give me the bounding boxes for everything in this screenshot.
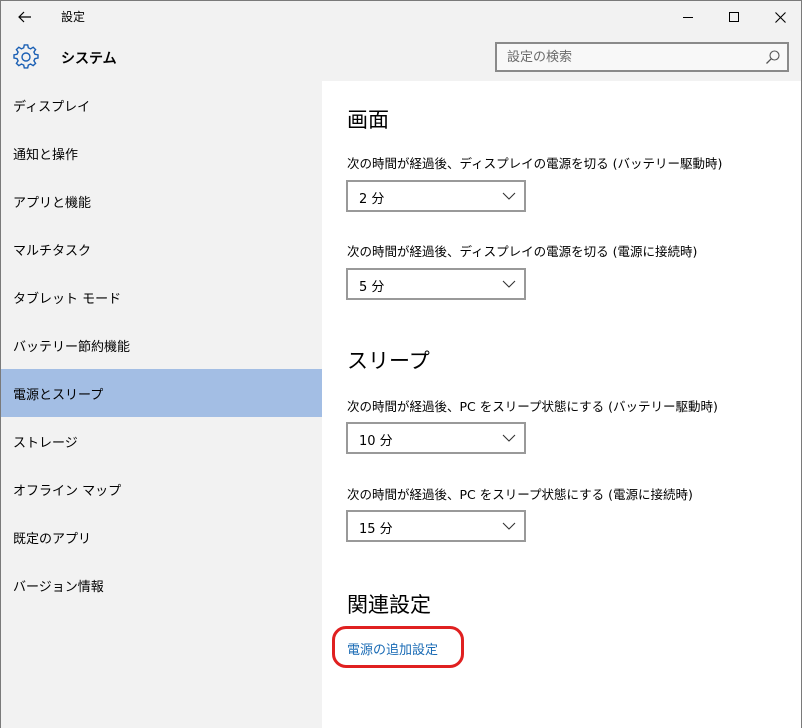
additional-power-settings-link[interactable]: 電源の追加設定 bbox=[347, 639, 438, 658]
title-bar: 設定 bbox=[1, 1, 801, 33]
section-heading-screen: 画面 bbox=[347, 108, 389, 132]
sidebar-item-battery-saver[interactable]: バッテリー節約機能 bbox=[1, 321, 322, 369]
chevron-down-icon bbox=[502, 434, 516, 442]
maximize-button[interactable] bbox=[711, 1, 757, 33]
back-arrow-icon bbox=[18, 11, 31, 23]
main-content: 画面 次の時間が経過後、ディスプレイの電源を切る (バッテリー駆動時) 2 分 … bbox=[322, 81, 801, 728]
sidebar-item-label: 既定のアプリ bbox=[13, 531, 92, 547]
sidebar-item-label: アプリと機能 bbox=[13, 195, 92, 211]
sidebar-item-about[interactable]: バージョン情報 bbox=[1, 561, 322, 609]
sidebar-item-default-apps[interactable]: 既定のアプリ bbox=[1, 513, 322, 561]
page-header: システム bbox=[1, 33, 801, 81]
sidebar-item-label: タブレット モード bbox=[13, 291, 122, 307]
sidebar-item-label: 通知と操作 bbox=[13, 147, 79, 163]
sidebar-item-tablet-mode[interactable]: タブレット モード bbox=[1, 273, 322, 321]
sidebar-item-label: ストレージ bbox=[13, 435, 78, 451]
dropdown-value: 5 分 bbox=[359, 280, 385, 295]
sidebar-item-multitasking[interactable]: マルチタスク bbox=[1, 225, 322, 273]
back-button[interactable] bbox=[9, 3, 41, 31]
sidebar-item-label: マルチタスク bbox=[13, 243, 92, 259]
sidebar-item-label: ディスプレイ bbox=[13, 99, 91, 115]
page-title: システム bbox=[61, 51, 117, 67]
chevron-down-icon bbox=[502, 280, 516, 288]
window-title: 設定 bbox=[61, 10, 86, 24]
screen-battery-label: 次の時間が経過後、ディスプレイの電源を切る (バッテリー駆動時) bbox=[347, 156, 723, 171]
sidebar-item-notifications[interactable]: 通知と操作 bbox=[1, 129, 322, 177]
sidebar-item-label: バッテリー節約機能 bbox=[13, 339, 131, 355]
dropdown-value: 2 分 bbox=[359, 192, 385, 207]
screen-plugged-dropdown[interactable]: 5 分 bbox=[346, 268, 526, 300]
dropdown-value: 10 分 bbox=[359, 434, 393, 449]
close-button[interactable] bbox=[757, 1, 802, 33]
sleep-plugged-dropdown[interactable]: 15 分 bbox=[346, 510, 526, 542]
sleep-battery-label: 次の時間が経過後、PC をスリープ状態にする (バッテリー駆動時) bbox=[347, 399, 718, 414]
sidebar-item-power-sleep[interactable]: 電源とスリープ bbox=[1, 369, 322, 417]
sidebar-item-storage[interactable]: ストレージ bbox=[1, 417, 322, 465]
sidebar-item-display[interactable]: ディスプレイ bbox=[1, 81, 322, 129]
chevron-down-icon bbox=[502, 192, 516, 200]
minimize-button[interactable] bbox=[665, 1, 711, 33]
search-input[interactable] bbox=[497, 44, 757, 70]
section-heading-sleep: スリープ bbox=[347, 349, 430, 373]
search-icon[interactable] bbox=[765, 49, 781, 65]
sidebar-item-label: オフライン マップ bbox=[13, 483, 122, 499]
close-icon bbox=[774, 11, 786, 23]
section-heading-related: 関連設定 bbox=[347, 593, 431, 617]
sidebar-item-apps[interactable]: アプリと機能 bbox=[1, 177, 322, 225]
sidebar-item-label: 電源とスリープ bbox=[13, 387, 104, 403]
dropdown-value: 15 分 bbox=[359, 522, 393, 537]
sidebar-item-offline-maps[interactable]: オフライン マップ bbox=[1, 465, 322, 513]
sidebar-nav: ディスプレイ 通知と操作 アプリと機能 マルチタスク タブレット モード バッテ… bbox=[1, 81, 322, 728]
maximize-icon bbox=[729, 12, 739, 22]
screen-battery-dropdown[interactable]: 2 分 bbox=[346, 180, 526, 212]
search-box[interactable] bbox=[495, 42, 789, 72]
chevron-down-icon bbox=[502, 522, 516, 530]
sleep-battery-dropdown[interactable]: 10 分 bbox=[346, 422, 526, 454]
settings-window: 設定 システム ディスプレ bbox=[0, 0, 802, 728]
sleep-plugged-label: 次の時間が経過後、PC をスリープ状態にする (電源に接続時) bbox=[347, 487, 693, 502]
gear-icon bbox=[13, 44, 39, 69]
sidebar-item-label: バージョン情報 bbox=[13, 579, 104, 595]
minimize-icon bbox=[683, 16, 693, 18]
screen-plugged-label: 次の時間が経過後、ディスプレイの電源を切る (電源に接続時) bbox=[347, 244, 698, 259]
